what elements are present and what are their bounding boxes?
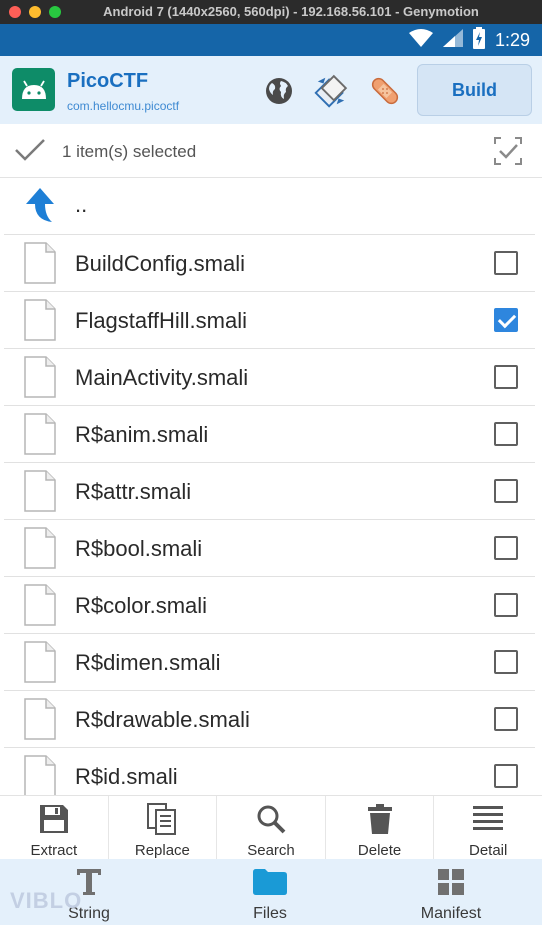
file-name: R$id.smali xyxy=(75,764,178,789)
file-name: BuildConfig.smali xyxy=(75,251,245,276)
status-clock: 1:29 xyxy=(494,29,530,50)
file-name: R$bool.smali xyxy=(75,536,203,561)
battery-icon xyxy=(472,26,485,54)
file-icon xyxy=(24,299,56,346)
file-row[interactable]: R$dimen.smali xyxy=(4,634,535,691)
file-row[interactable]: R$color.smali xyxy=(4,577,535,634)
android-app-icon[interactable] xyxy=(12,68,55,111)
nav-label-files: Files xyxy=(253,905,287,922)
file-checkbox[interactable] xyxy=(494,365,518,389)
file-icon xyxy=(24,356,56,403)
file-icon xyxy=(24,527,56,574)
extract-label: Extract xyxy=(30,842,78,859)
status-bar: 1:29 xyxy=(0,24,542,56)
file-row[interactable]: BuildConfig.smali xyxy=(4,235,535,292)
file-icon xyxy=(24,755,56,795)
file-checkbox[interactable] xyxy=(494,536,518,560)
file-checkbox[interactable] xyxy=(494,479,518,503)
file-row[interactable]: R$bool.smali xyxy=(4,520,535,577)
file-checkbox[interactable] xyxy=(494,251,518,275)
file-checkbox[interactable] xyxy=(494,764,518,788)
file-icon xyxy=(24,470,56,517)
delete-button[interactable]: Delete xyxy=(326,796,435,859)
app-name: PicoCTF xyxy=(67,70,149,92)
grid-icon xyxy=(438,867,464,897)
build-button[interactable]: Build xyxy=(417,64,532,116)
nav-tab-files[interactable]: Files xyxy=(230,859,310,925)
compare-icon[interactable] xyxy=(314,74,348,108)
file-checkbox[interactable] xyxy=(494,650,518,674)
selection-bar: 1 item(s) selected xyxy=(0,124,542,178)
file-row[interactable]: R$id.smali xyxy=(4,748,535,795)
signal-icon xyxy=(442,28,463,52)
patch-icon[interactable] xyxy=(368,74,402,108)
file-checkbox[interactable] xyxy=(494,422,518,446)
delete-label: Delete xyxy=(357,842,402,859)
file-name: FlagstaffHill.smali xyxy=(75,308,247,333)
trash-icon xyxy=(367,802,393,836)
file-icon xyxy=(24,242,56,289)
file-icon xyxy=(24,641,56,688)
app-package: com.hellocmu.picoctf xyxy=(67,99,180,113)
file-name: R$attr.smali xyxy=(75,479,192,504)
window-title: Android 7 (1440x2560, 560dpi) - 192.168.… xyxy=(103,4,479,19)
file-icon xyxy=(24,413,56,460)
viblo-watermark: VIBLO xyxy=(10,888,83,913)
file-icon xyxy=(24,584,56,631)
file-checkbox-checked[interactable] xyxy=(494,308,518,332)
extract-button[interactable]: Extract xyxy=(0,796,109,859)
globe-icon[interactable] xyxy=(262,74,296,108)
wifi-icon xyxy=(408,28,433,52)
search-icon xyxy=(256,802,286,836)
action-toolbar: Extract Replace Search Delete Detail xyxy=(0,795,542,859)
file-checkbox[interactable] xyxy=(494,593,518,617)
nav-label-manifest: Manifest xyxy=(420,905,482,922)
file-row[interactable]: FlagstaffHill.smali xyxy=(4,292,535,349)
copy-icon xyxy=(147,802,177,836)
file-name: R$drawable.smali xyxy=(75,707,250,732)
file-name: R$color.smali xyxy=(75,593,208,618)
detail-label: Detail xyxy=(468,842,508,859)
file-icon xyxy=(24,698,56,745)
replace-label: Replace xyxy=(134,842,190,859)
search-button[interactable]: Search xyxy=(217,796,326,859)
folder-icon xyxy=(253,867,287,897)
replace-button[interactable]: Replace xyxy=(109,796,218,859)
file-name: MainActivity.smali xyxy=(75,365,249,390)
file-name: R$anim.smali xyxy=(75,422,209,447)
app-header: PicoCTF com.hellocmu.picoctf Build xyxy=(0,56,542,124)
search-label: Search xyxy=(247,842,295,859)
file-row[interactable]: MainActivity.smali xyxy=(4,349,535,406)
detail-button[interactable]: Detail xyxy=(434,796,542,859)
save-icon xyxy=(39,802,69,836)
window-titlebar: Android 7 (1440x2560, 560dpi) - 192.168.… xyxy=(0,0,542,24)
nav-tab-manifest[interactable]: Manifest xyxy=(405,859,497,925)
select-all-icon[interactable] xyxy=(491,134,525,173)
parent-directory-row[interactable]: .. xyxy=(4,178,535,235)
file-row[interactable]: R$anim.smali xyxy=(4,406,535,463)
parent-directory-label: .. xyxy=(75,192,88,217)
file-name: R$dimen.smali xyxy=(75,650,221,675)
file-row[interactable]: R$drawable.smali xyxy=(4,691,535,748)
checkmark-icon[interactable] xyxy=(14,136,46,169)
up-arrow-icon xyxy=(24,186,56,229)
list-icon xyxy=(473,802,504,836)
file-row[interactable]: R$attr.smali xyxy=(4,463,535,520)
file-list: .. BuildConfig.smali FlagstaffHill.smali… xyxy=(0,178,542,795)
file-checkbox[interactable] xyxy=(494,707,518,731)
selection-count: 1 item(s) selected xyxy=(62,142,197,161)
